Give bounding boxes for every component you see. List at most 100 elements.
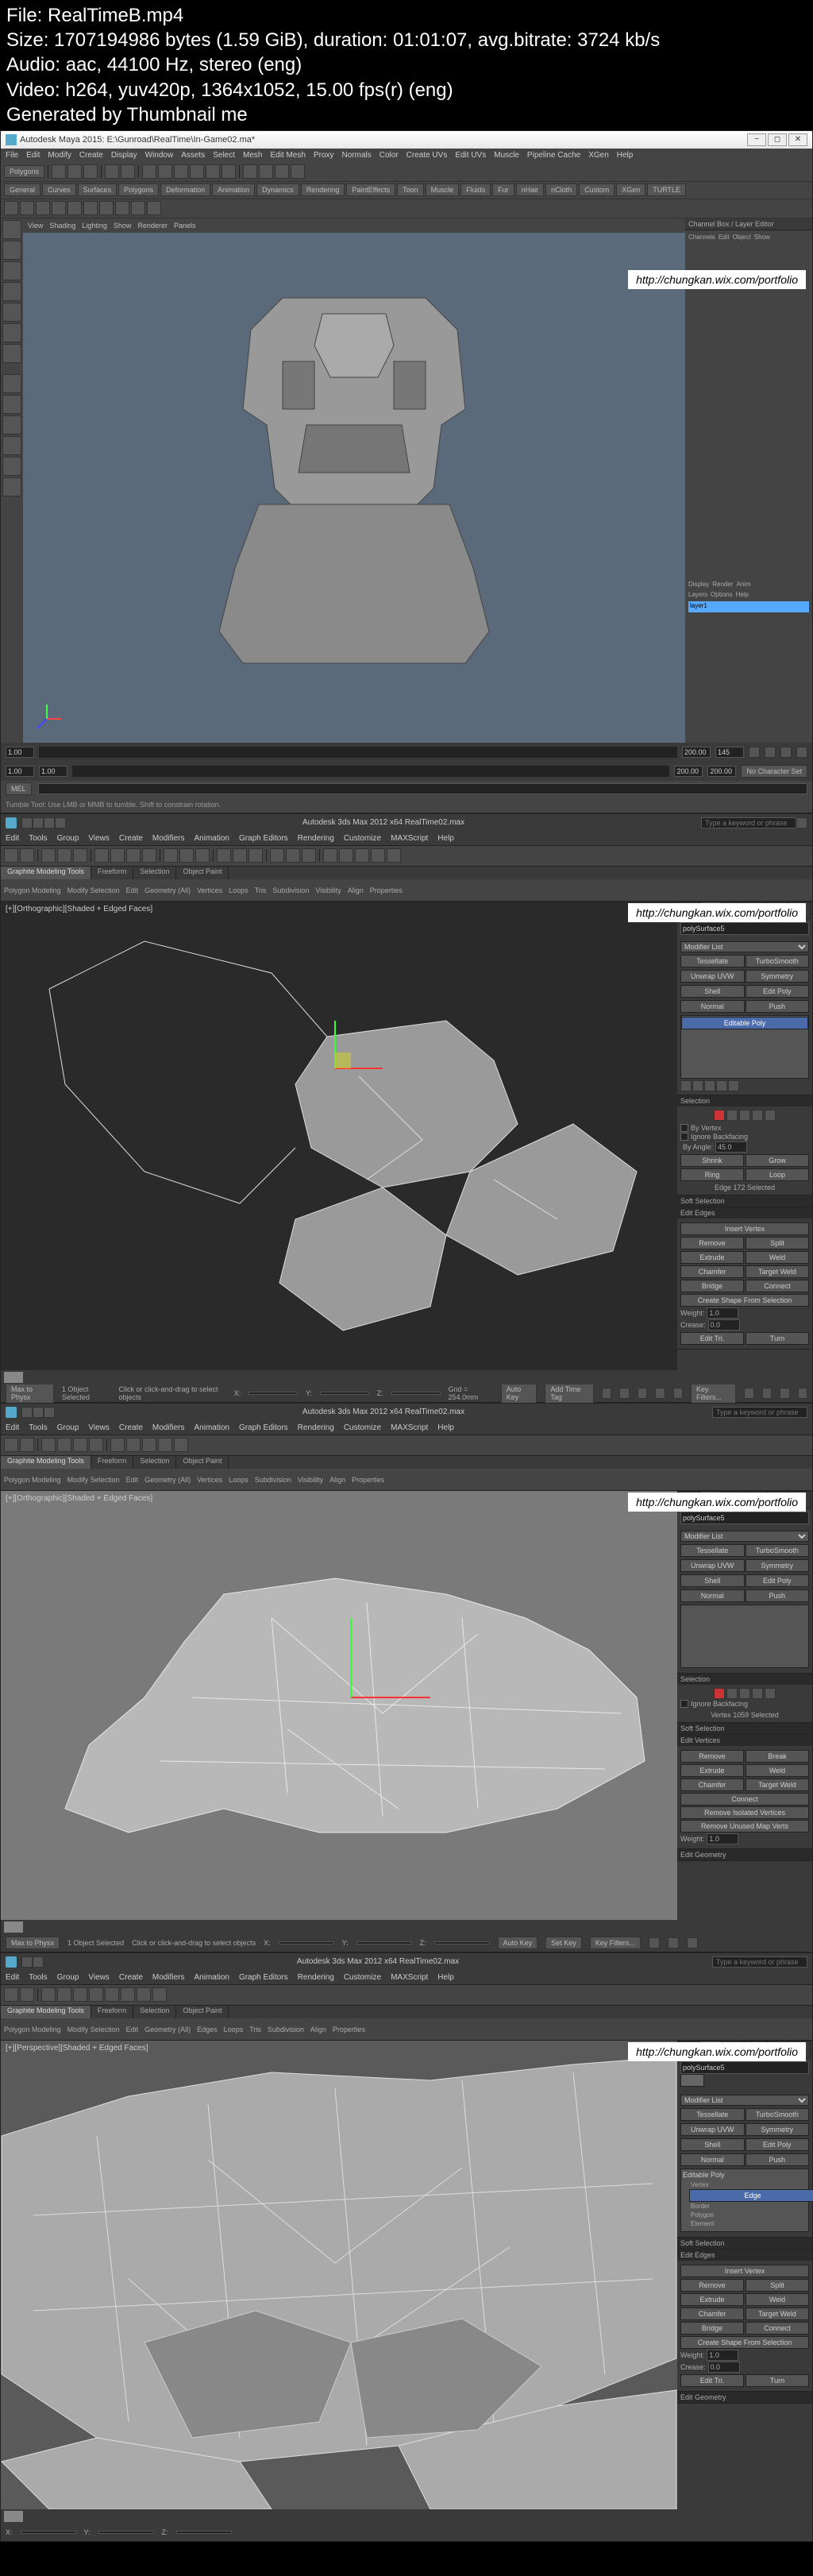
layers-icon[interactable]	[302, 848, 316, 863]
play-icon[interactable]	[780, 747, 792, 758]
rg-tris[interactable]: Tris	[249, 2026, 261, 2033]
remove-button[interactable]: Remove	[680, 2279, 744, 2292]
mod-turbosmooth[interactable]: TurboSmooth	[746, 1544, 810, 1557]
configure-icon[interactable]	[728, 1080, 739, 1091]
max-viewport-3[interactable]: [+][Perspective][Shaded + Edged Faces]	[1, 2041, 677, 2509]
undo-icon[interactable]	[105, 164, 119, 179]
vp-show[interactable]: Show	[114, 222, 132, 230]
ribbon-modeling[interactable]: Graphite Modeling Tools	[1, 2006, 91, 2018]
rg-subdiv[interactable]: Subdivision	[255, 1476, 291, 1484]
rotate-icon[interactable]	[73, 1987, 87, 2002]
menu-customize[interactable]: Customize	[344, 1973, 381, 1982]
shelf-muscle[interactable]: Muscle	[426, 183, 460, 196]
redo-icon[interactable]	[20, 1987, 34, 2002]
qat-save-icon[interactable]	[21, 1956, 33, 1968]
menu-views[interactable]: Views	[88, 1973, 110, 1982]
remove-mod-icon[interactable]	[716, 1080, 727, 1091]
ch-channels[interactable]: Channels	[688, 234, 715, 241]
layer-render[interactable]: Render	[712, 581, 733, 588]
ipr-icon[interactable]	[275, 164, 289, 179]
max-viewport-1[interactable]: [+][Orthographic][Shaded + Edged Faces]	[1, 902, 677, 1370]
x-coord[interactable]	[249, 1392, 298, 1395]
mod-symmetry[interactable]: Symmetry	[746, 2123, 810, 2136]
menu-rendering[interactable]: Rendering	[298, 1423, 334, 1432]
render-setup-icon[interactable]	[371, 848, 385, 863]
max-search-input[interactable]	[701, 817, 796, 828]
rg-tris[interactable]: Tris	[255, 886, 267, 894]
mod-unwrap[interactable]: Unwrap UVW	[680, 1559, 745, 1572]
mod-unwrap[interactable]: Unwrap UVW	[680, 970, 745, 983]
menu-tools[interactable]: Tools	[29, 1973, 47, 1982]
mod-shell[interactable]: Shell	[680, 1574, 745, 1587]
mod-shell[interactable]: Shell	[680, 985, 745, 998]
viewport-label[interactable]: [+][Orthographic][Shaded + Edged Faces]	[6, 905, 152, 913]
open-scene-icon[interactable]	[67, 164, 82, 179]
menu-grapheditors[interactable]: Graph Editors	[239, 1973, 288, 1982]
menu-select[interactable]: Select	[213, 151, 235, 160]
angle-spinner[interactable]: 45.0	[715, 1141, 747, 1153]
border-subobj-icon[interactable]	[739, 1110, 750, 1121]
pin-stack-icon[interactable]	[680, 1080, 692, 1091]
chamfer-button[interactable]: Chamfer	[680, 2308, 744, 2320]
mod-push[interactable]: Push	[746, 1000, 810, 1013]
play-fwd-icon[interactable]	[655, 1388, 665, 1399]
four-view-icon[interactable]	[2, 395, 21, 414]
split-button[interactable]: Split	[746, 2279, 809, 2292]
material-editor-icon[interactable]	[137, 1987, 151, 2002]
soft-sel-rollout[interactable]: Soft Selection	[677, 2238, 812, 2249]
play-icon[interactable]	[638, 1388, 647, 1399]
viewport-label[interactable]: [+][Orthographic][Shaded + Edged Faces]	[6, 1494, 152, 1503]
crease-spinner[interactable]: 0.0	[708, 1319, 740, 1330]
max-timeslider[interactable]	[1, 1920, 812, 1934]
render-icon[interactable]	[174, 1438, 188, 1452]
border-subobj-icon[interactable]	[739, 1688, 750, 1699]
rg-vis[interactable]: Visibility	[298, 1476, 323, 1484]
menu-animation[interactable]: Animation	[194, 834, 229, 843]
minimize-button[interactable]: −	[747, 133, 766, 146]
ribbon-modeling[interactable]: Graphite Modeling Tools	[1, 1456, 91, 1469]
menu-grapheditors[interactable]: Graph Editors	[239, 1423, 288, 1432]
maya-timeline[interactable]	[1, 743, 812, 762]
rg-subdiv[interactable]: Subdivision	[272, 886, 309, 894]
chamfer-button[interactable]: Chamfer	[680, 1778, 744, 1791]
new-scene-icon[interactable]	[52, 164, 66, 179]
shelf-icon[interactable]	[83, 201, 98, 215]
move-icon[interactable]	[57, 1987, 71, 2002]
edit-geom-rollout[interactable]: Edit Geometry	[677, 2392, 812, 2403]
rg-props[interactable]: Properties	[333, 2026, 365, 2033]
rg-props[interactable]: Properties	[352, 1476, 384, 1484]
layer-item[interactable]: layer1	[688, 601, 809, 612]
edit-tri-button[interactable]: Edit Tri.	[680, 2374, 744, 2387]
mod-turbosmooth[interactable]: TurboSmooth	[746, 955, 810, 967]
maximize-vp-icon[interactable]	[798, 1388, 807, 1399]
bind-icon[interactable]	[73, 848, 87, 863]
layer-options[interactable]: Options	[711, 591, 733, 598]
setkey-button[interactable]: Set Key	[545, 1937, 582, 1949]
loop-button[interactable]: Loop	[746, 1168, 809, 1181]
percent-snap-icon[interactable]	[249, 848, 263, 863]
shelf-fur[interactable]: Fur	[492, 183, 514, 196]
vertex-subobj-icon[interactable]	[714, 1110, 725, 1121]
max-search-input[interactable]	[712, 1407, 807, 1418]
target-weld-button[interactable]: Target Weld	[746, 1778, 809, 1791]
extrude-button[interactable]: Extrude	[680, 2293, 744, 2306]
move-icon[interactable]	[164, 848, 178, 863]
sub-polygon[interactable]: Polygon	[681, 2211, 808, 2219]
remove-unused-button[interactable]: Remove Unused Map Verts	[680, 1820, 809, 1833]
ribbon-selection[interactable]: Selection	[133, 1456, 176, 1469]
select-icon[interactable]	[94, 848, 109, 863]
mod-editpoly[interactable]: Edit Poly	[746, 985, 810, 998]
menu-maxscript[interactable]: MAXScript	[391, 834, 428, 843]
edit-geom-rollout[interactable]: Edit Geometry	[677, 1849, 812, 1860]
modifier-stack[interactable]: Editable Poly Vertex Edge Border Polygon…	[680, 2169, 809, 2232]
create-shape-button[interactable]: Create Shape From Selection	[680, 1294, 809, 1307]
unique-icon[interactable]	[704, 1080, 715, 1091]
range-end2[interactable]	[674, 766, 703, 777]
ignore-backfacing-check[interactable]: Ignore Backfacing	[680, 1133, 809, 1141]
shelf-custom[interactable]: Custom	[579, 183, 615, 196]
persp-graph-icon[interactable]	[2, 436, 21, 455]
filter-icon[interactable]	[142, 848, 156, 863]
ribbon-objectpaint[interactable]: Object Paint	[176, 2006, 229, 2018]
menu-normals[interactable]: Normals	[342, 151, 372, 160]
mod-push[interactable]: Push	[746, 2153, 810, 2166]
